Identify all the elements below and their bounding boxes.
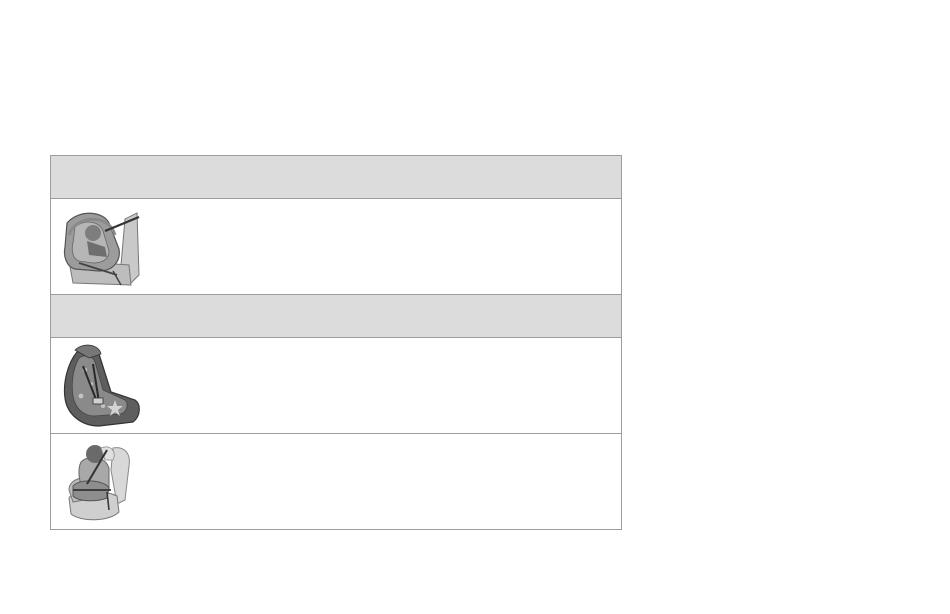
table-row-rear-facing [51, 199, 621, 295]
rear-facing-infant-seat-icon [59, 205, 143, 289]
table-row-forward-facing [51, 338, 621, 434]
child-seat-table [50, 155, 622, 530]
section-header-1 [51, 156, 621, 199]
section-header-2 [51, 295, 621, 338]
table-row-booster [51, 434, 621, 529]
forward-facing-harness-seat-icon [59, 344, 143, 428]
booster-seat-icon [59, 440, 143, 524]
